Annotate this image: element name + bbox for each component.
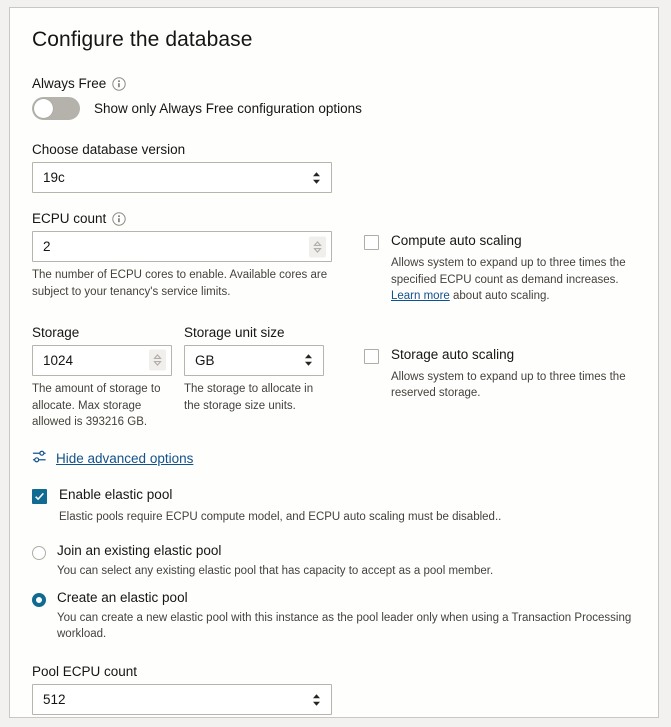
- pool-ecpu-group: Pool ECPU count 512 ECPUs for the elasti…: [32, 664, 636, 717]
- radio-create-pool[interactable]: [32, 593, 46, 608]
- pool-ecpu-input[interactable]: 512: [32, 684, 332, 716]
- sliders-icon: [32, 449, 47, 469]
- radio-join-existing[interactable]: [32, 546, 46, 561]
- pool-ecpu-label: Pool ECPU count: [32, 664, 636, 679]
- enable-elastic-pool-checkbox[interactable]: [32, 488, 47, 504]
- ecpu-count-label-text: ECPU count: [32, 211, 107, 226]
- always-free-label-text: Always Free: [32, 76, 107, 91]
- ecpu-count-value: 2: [43, 238, 51, 254]
- enable-elastic-pool-helper: Elastic pools require ECPU compute model…: [59, 510, 502, 523]
- pool-option-join[interactable]: Join an existing elastic pool You can se…: [32, 543, 636, 579]
- learn-more-link[interactable]: Learn more: [391, 290, 450, 302]
- storage-unit-select[interactable]: GB: [184, 344, 324, 376]
- always-free-toggle-row: Show only Always Free configuration opti…: [32, 97, 636, 120]
- ecpu-count-helper: The number of ECPU cores to enable. Avai…: [32, 269, 328, 298]
- info-icon[interactable]: [112, 76, 126, 91]
- storage-unit-value: GB: [195, 352, 215, 368]
- db-version-label-text: Choose database version: [32, 142, 186, 157]
- toggle-knob: [34, 99, 53, 118]
- storage-helper: The amount of storage to allocate. Max s…: [32, 382, 161, 429]
- configure-database-panel: Configure the database Always Free Show …: [9, 7, 659, 718]
- storage-unit-group: Storage unit size GB The storage to allo…: [184, 325, 334, 431]
- always-free-label: Always Free: [32, 76, 636, 91]
- storage-unit-helper: The storage to allocate in the storage s…: [184, 382, 314, 412]
- compute-auto-scaling-helper: Allows system to expand up to three time…: [391, 255, 636, 305]
- always-free-toggle[interactable]: [32, 97, 80, 120]
- pool-option-join-label: Join an existing elastic pool: [57, 543, 222, 559]
- db-version-label: Choose database version: [32, 142, 636, 157]
- storage-auto-scaling-label: Storage auto scaling: [391, 346, 515, 362]
- storage-input[interactable]: 1024: [32, 344, 172, 376]
- ecpu-count-label: ECPU count: [32, 211, 342, 226]
- chevron-up-down-icon[interactable]: [311, 692, 322, 708]
- storage-auto-scaling-helper: Allows system to expand up to three time…: [391, 370, 626, 400]
- checkmark-icon: [35, 492, 44, 501]
- storage-group: Storage 1024 The amount of storage to al…: [32, 325, 184, 431]
- compute-auto-scaling-label: Compute auto scaling: [391, 233, 522, 248]
- spinner-icon[interactable]: [309, 236, 326, 257]
- spinner-icon[interactable]: [149, 349, 166, 371]
- storage-label-text: Storage: [32, 324, 80, 340]
- db-version-value: 19c: [43, 169, 65, 185]
- info-icon[interactable]: [112, 211, 126, 226]
- always-free-toggle-label: Show only Always Free configuration opti…: [94, 101, 362, 116]
- hide-advanced-options-link[interactable]: Hide advanced options: [56, 451, 193, 466]
- pool-option-join-helper: You can select any existing elastic pool…: [57, 565, 494, 578]
- storage-auto-scaling-checkbox[interactable]: [364, 348, 379, 364]
- pool-ecpu-label-text: Pool ECPU count: [32, 664, 138, 680]
- helper-text-after: about auto scaling.: [449, 290, 550, 303]
- chevron-up-down-icon[interactable]: [303, 352, 314, 368]
- pool-ecpu-value: 512: [43, 692, 66, 708]
- enable-elastic-pool-label: Enable elastic pool: [59, 486, 173, 502]
- page-title: Configure the database: [32, 28, 253, 51]
- pool-option-create-helper: You can create a new elastic pool with t…: [57, 612, 632, 641]
- pool-options-group: Join an existing elastic pool You can se…: [32, 543, 636, 642]
- storage-auto-scaling-group: Storage auto scaling Allows system to ex…: [342, 325, 636, 431]
- compute-auto-scaling-group: Compute auto scaling Allows system to ex…: [342, 211, 636, 305]
- storage-unit-label: Storage unit size: [184, 325, 334, 340]
- compute-auto-scaling-checkbox[interactable]: [364, 235, 379, 250]
- pool-option-create-label: Create an elastic pool: [57, 590, 188, 606]
- ecpu-count-input[interactable]: 2: [32, 231, 332, 262]
- chevron-up-down-icon[interactable]: [311, 170, 322, 186]
- advanced-options-row[interactable]: Hide advanced options: [32, 449, 636, 469]
- pool-option-create[interactable]: Create an elastic pool You can create a …: [32, 590, 636, 642]
- storage-value: 1024: [43, 352, 74, 368]
- storage-unit-label-text: Storage unit size: [184, 324, 285, 340]
- ecpu-count-group: ECPU count 2 The number of ECPU cores to…: [32, 211, 342, 305]
- helper-text-before: Allows system to expand up to three time…: [391, 256, 626, 286]
- db-version-select[interactable]: 19c: [32, 162, 332, 193]
- storage-label: Storage: [32, 325, 184, 340]
